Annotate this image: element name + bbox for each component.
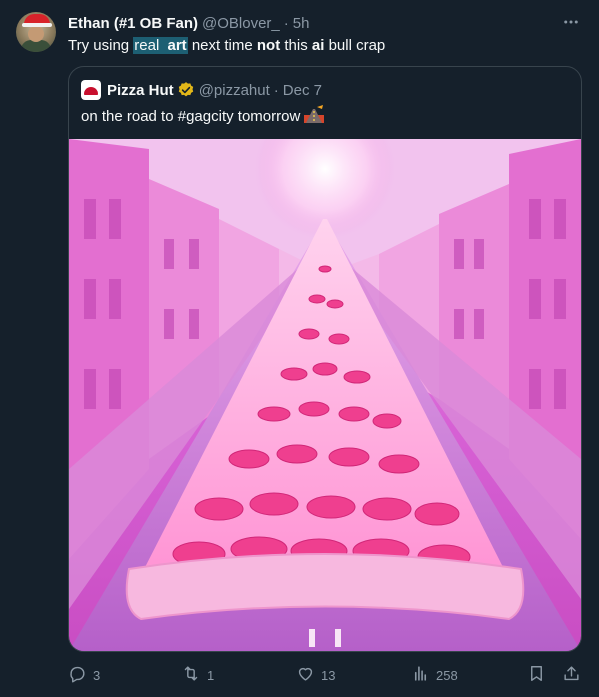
retweet-button[interactable]: 1 <box>181 664 214 686</box>
tweet-text-part: bull crap <box>324 37 386 54</box>
quoted-author-name[interactable]: Pizza Hut <box>107 82 174 99</box>
share-button[interactable] <box>562 664 581 686</box>
views-button[interactable]: 258 <box>411 664 458 686</box>
quoted-text: on the road to #gagcity tomorrow <box>81 105 325 129</box>
like-count: 13 <box>321 667 336 683</box>
like-button[interactable]: 13 <box>296 664 335 686</box>
reply-count: 3 <box>93 667 101 683</box>
bold-word-not: not <box>256 37 281 54</box>
views-count: 258 <box>436 667 458 683</box>
quoted-handle[interactable]: @pizzahut <box>199 82 270 99</box>
reply-icon <box>68 664 87 686</box>
quoted-date[interactable]: Dec 7 <box>283 82 322 99</box>
reply-button[interactable]: 3 <box>68 664 100 686</box>
avatar-hat-brim <box>22 23 52 27</box>
pizza-hut-logo-icon[interactable] <box>81 80 101 100</box>
separator-dot: · <box>283 14 289 32</box>
bookmark-icon <box>527 664 546 686</box>
avatar-face <box>28 26 44 42</box>
road-emoji-icon <box>304 105 325 127</box>
highlighted-word-art: art <box>166 37 188 54</box>
quoted-header: Pizza Hut @pizzahut · Dec 7 <box>81 80 322 100</box>
author-name[interactable]: Ethan (#1 OB Fan) <box>68 15 198 32</box>
tweet-time[interactable]: 5h <box>293 15 310 32</box>
separator-dot: · <box>273 81 279 99</box>
quoted-image-pizza-road[interactable] <box>69 139 581 651</box>
quoted-text-body: on the road to #gagcity tomorrow <box>81 108 301 125</box>
heart-icon <box>296 664 315 686</box>
bookmark-button[interactable] <box>527 664 546 686</box>
tweet-header: Ethan (#1 OB Fan) @OBlover_ · 5h <box>68 13 583 33</box>
tweet-text-part: this <box>280 37 312 54</box>
quoted-tweet[interactable]: Pizza Hut @pizzahut · Dec 7 on the road … <box>68 66 582 652</box>
action-bar: 3 1 13 258 <box>68 664 583 686</box>
verified-badge-icon <box>177 81 195 99</box>
retweet-count: 1 <box>207 667 215 683</box>
share-icon <box>562 664 581 686</box>
author-avatar[interactable] <box>16 12 56 52</box>
author-handle[interactable]: @OBlover_ <box>202 15 280 32</box>
views-icon <box>411 664 430 686</box>
bold-word-ai: ai <box>311 37 325 54</box>
retweet-icon <box>181 664 201 686</box>
highlighted-word-real: real <box>133 37 161 54</box>
tweet-text-part: Try using <box>68 37 134 54</box>
tweet-text-part: next time <box>187 37 257 54</box>
tweet-text: Try using real art next time not this ai… <box>68 36 385 56</box>
more-icon[interactable] <box>559 10 583 34</box>
